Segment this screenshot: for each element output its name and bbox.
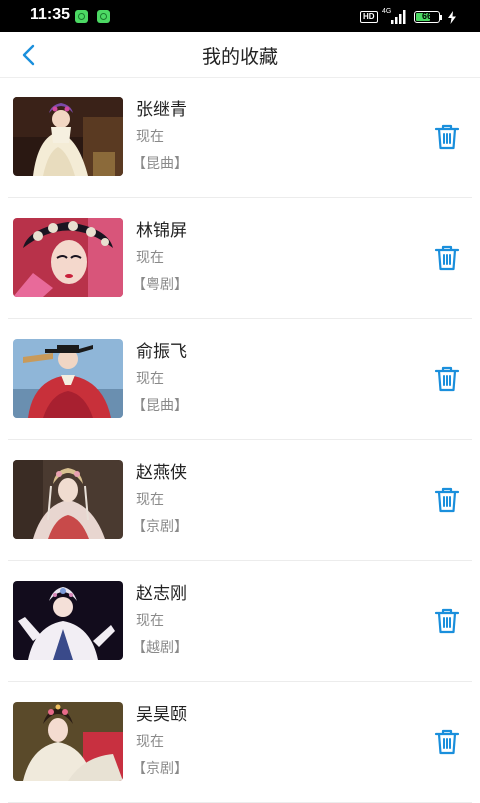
- trash-icon[interactable]: [432, 485, 462, 515]
- performer-photo: [13, 581, 123, 660]
- hd-badge: HD: [360, 11, 378, 23]
- list-item[interactable]: 张继青 现在 【昆曲】: [8, 77, 472, 198]
- list-item[interactable]: 赵志刚 现在 【越剧】: [8, 561, 472, 682]
- performer-photo: [13, 97, 123, 176]
- performer-photo: [13, 702, 123, 781]
- list-item[interactable]: 林锦屏 现在 【粤剧】: [8, 198, 472, 319]
- genre-tag: 【昆曲】: [132, 398, 188, 414]
- genre-tag: 【昆曲】: [132, 156, 188, 172]
- signal-strength-icon: [391, 10, 406, 24]
- performer-name: 张继青: [136, 100, 187, 120]
- performer-name: 俞振飞: [136, 342, 187, 362]
- item-time: 现在: [136, 371, 164, 387]
- performer-name: 吴昊颐: [136, 705, 187, 725]
- genre-tag: 【京剧】: [132, 761, 188, 777]
- item-time: 现在: [136, 250, 164, 266]
- performer-photo: [13, 218, 123, 297]
- status-time: 11:35: [30, 6, 71, 23]
- list-item[interactable]: 吴昊颐 现在 【京剧】: [8, 682, 472, 803]
- navigation-header: 我的收藏: [0, 32, 480, 78]
- page-title: 我的收藏: [201, 46, 278, 68]
- performer-name: 赵燕侠: [136, 463, 187, 483]
- wechat-notification-icon: [75, 10, 88, 23]
- performer-name: 林锦屏: [136, 221, 187, 241]
- list-item[interactable]: 俞振飞 现在 【昆曲】: [8, 319, 472, 440]
- wechat-notification-icon: [97, 10, 110, 23]
- battery-cap: [440, 15, 442, 20]
- trash-icon[interactable]: [432, 122, 462, 152]
- charging-bolt-icon: [448, 11, 456, 24]
- trash-icon[interactable]: [432, 727, 462, 757]
- trash-icon[interactable]: [432, 606, 462, 636]
- battery-icon: 66: [414, 11, 440, 23]
- favorites-list: 张继青 现在 【昆曲】 林锦屏 现在 【粤剧】 俞振飞 现在 【昆曲】 赵燕侠 …: [0, 77, 480, 803]
- item-time: 现在: [136, 492, 164, 508]
- status-bar: 11:35 HD 4G 66: [0, 0, 480, 32]
- performer-name: 赵志刚: [136, 584, 187, 604]
- battery-percent: 66: [421, 11, 432, 21]
- trash-icon[interactable]: [432, 243, 462, 273]
- genre-tag: 【越剧】: [132, 640, 188, 656]
- performer-photo: [13, 339, 123, 418]
- item-time: 现在: [136, 129, 164, 145]
- performer-photo: [13, 460, 123, 539]
- genre-tag: 【京剧】: [132, 519, 188, 535]
- genre-tag: 【粤剧】: [132, 277, 188, 293]
- list-item[interactable]: 赵燕侠 现在 【京剧】: [8, 440, 472, 561]
- item-time: 现在: [136, 613, 164, 629]
- trash-icon[interactable]: [432, 364, 462, 394]
- item-time: 现在: [136, 734, 164, 750]
